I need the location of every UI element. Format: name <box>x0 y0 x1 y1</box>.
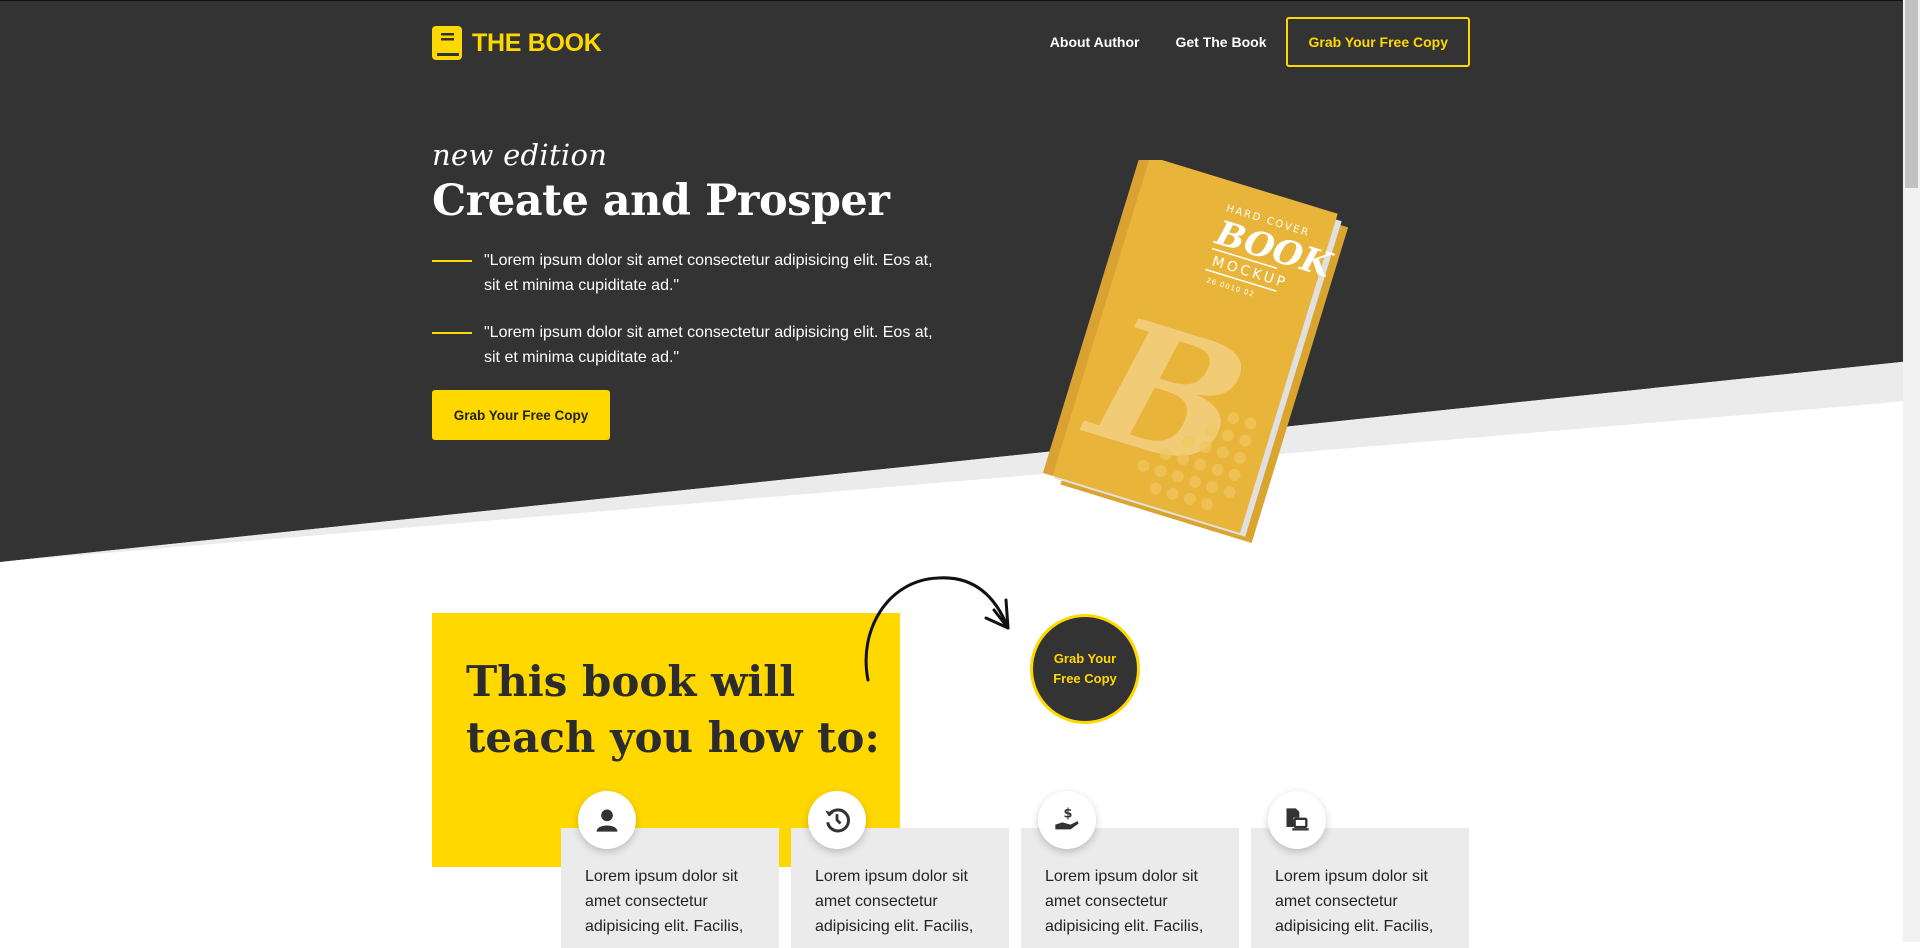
nav-get-the-book[interactable]: Get The Book <box>1157 16 1284 68</box>
logo-text: THE BOOK <box>472 28 602 57</box>
nav-about-author[interactable]: About Author <box>1032 16 1158 68</box>
curved-arrow-icon <box>864 576 1010 682</box>
top-border <box>0 0 1920 1</box>
quote-dash <box>432 260 472 262</box>
logo[interactable]: THE BOOK <box>432 26 602 60</box>
hero-eyebrow: new edition <box>432 138 608 172</box>
hero-quote: "Lorem ipsum dolor sit amet consectetur … <box>432 320 952 370</box>
feature-card-text: Lorem ipsum dolor sit amet consectetur a… <box>585 868 744 935</box>
hero-free-copy-button[interactable]: Grab Your Free Copy <box>432 390 610 440</box>
file-laptop-icon <box>1268 791 1326 849</box>
hero-quote: "Lorem ipsum dolor sit amet consectetur … <box>432 248 952 298</box>
quote-text: "Lorem ipsum dolor sit amet consectetur … <box>484 252 933 294</box>
history-icon <box>808 791 866 849</box>
quote-dash <box>432 332 472 334</box>
book-logo-icon <box>432 26 462 60</box>
scrollbar-thumb[interactable] <box>1905 0 1918 188</box>
teach-title: This book will teach you how to: <box>466 657 880 762</box>
main-nav: About Author Get The Book Grab Your Free… <box>1032 16 1470 68</box>
circle-free-copy-button[interactable]: Grab Your Free Copy <box>1030 614 1140 724</box>
svg-text:$: $ <box>1064 807 1073 822</box>
nav-free-copy-button[interactable]: Grab Your Free Copy <box>1286 17 1470 67</box>
hero-background <box>0 0 1920 562</box>
hero-title: Create and Prosper <box>432 176 890 226</box>
quote-text: "Lorem ipsum dolor sit amet consectetur … <box>484 324 933 366</box>
feature-card-text: Lorem ipsum dolor sit amet consectetur a… <box>815 868 974 935</box>
feature-card-text: Lorem ipsum dolor sit amet consectetur a… <box>1275 868 1434 935</box>
hand-dollar-icon: $ <box>1038 791 1096 849</box>
book-mockup-image: HARD COVER BOOK MOCKUP 26 0010 02 B <box>1043 160 1349 543</box>
user-icon <box>578 791 636 849</box>
feature-card-text: Lorem ipsum dolor sit amet consectetur a… <box>1045 868 1204 935</box>
